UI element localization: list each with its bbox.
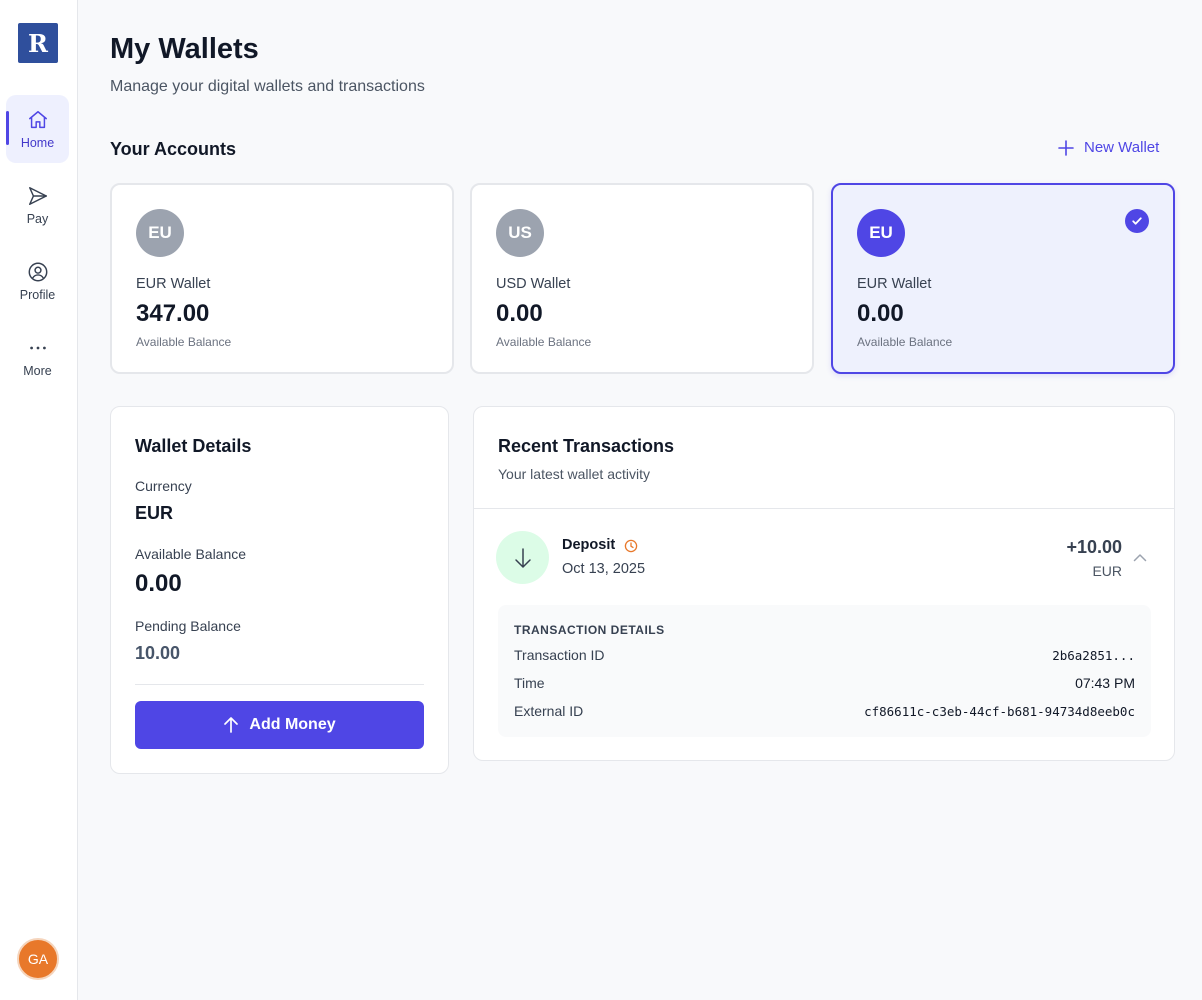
wallet-currency-badge: EU — [857, 209, 905, 257]
avatar[interactable]: GA — [17, 938, 59, 980]
wallet-card-eur-selected[interactable]: EU EUR Wallet 0.00 Available Balance — [831, 183, 1175, 374]
wallet-details-card: Wallet Details Currency EUR Available Ba… — [110, 406, 449, 774]
chevron-up-icon[interactable] — [1132, 550, 1148, 566]
divider — [474, 508, 1174, 509]
wallet-balance-label: Available Balance — [496, 335, 592, 349]
add-money-label: Add Money — [249, 716, 336, 733]
wallet-balance-label: Available Balance — [857, 335, 953, 349]
accounts-section-title: Your Accounts — [110, 139, 237, 159]
wallet-currency-badge: EU — [136, 209, 184, 257]
currency-label: Currency — [135, 478, 192, 494]
logo-letter: R — [28, 28, 48, 58]
recent-transactions-subtitle: Your latest wallet activity — [498, 466, 650, 482]
transaction-date: Oct 13, 2025 — [562, 561, 646, 577]
recent-transactions-title: Recent Transactions — [498, 436, 675, 456]
wallet-card-eur[interactable]: EU EUR Wallet 347.00 Available Balance — [110, 183, 454, 374]
user-circle-icon — [28, 262, 47, 281]
page-subtitle: Manage your digital wallets and transact… — [110, 78, 425, 95]
selected-check-icon — [1125, 209, 1149, 233]
sidebar-item-label: Profile — [19, 287, 56, 302]
transaction-type: Deposit — [562, 537, 616, 553]
currency-value: EUR — [135, 503, 174, 523]
wallet-card-usd[interactable]: US USD Wallet 0.00 Available Balance — [470, 183, 814, 374]
transaction-time-value: 07:43 PM — [1075, 675, 1135, 691]
add-money-button[interactable]: Add Money — [135, 701, 424, 749]
send-icon — [28, 186, 47, 205]
transaction-time-label: Time — [514, 675, 545, 691]
sidebar-item-home[interactable]: Home — [6, 95, 69, 163]
available-balance-value: 0.00 — [135, 570, 182, 597]
avatar-initials: GA — [27, 951, 49, 967]
divider — [135, 684, 424, 685]
external-id-label: External ID — [514, 703, 584, 719]
sidebar-item-pay[interactable]: Pay — [6, 171, 69, 239]
new-wallet-label: New Wallet — [1084, 139, 1160, 156]
wallet-balance: 347.00 — [136, 300, 210, 327]
wallet-name: USD Wallet — [496, 276, 571, 292]
external-id-value: cf86611c-c3eb-44cf-b681-94734d8eeb0c — [864, 704, 1135, 719]
transaction-currency: EUR — [1092, 563, 1122, 579]
wallet-currency-badge: US — [496, 209, 544, 257]
arrow-up-icon — [224, 717, 239, 733]
wallet-name: EUR Wallet — [857, 276, 932, 292]
transaction-id-value: 2b6a2851... — [1052, 648, 1135, 663]
sidebar-item-label: More — [23, 363, 52, 378]
plus-icon — [1058, 139, 1074, 156]
transaction-details-heading: TRANSACTION DETAILS — [514, 623, 665, 637]
pending-balance-label: Pending Balance — [135, 618, 241, 634]
new-wallet-button[interactable]: New Wallet — [1058, 139, 1159, 156]
home-icon — [28, 110, 47, 128]
pending-balance-value: 10.00 — [135, 643, 181, 663]
sidebar-item-label: Pay — [26, 211, 49, 226]
transaction-amount: +10.00 — [1066, 537, 1122, 557]
wallet-balance: 0.00 — [857, 300, 904, 327]
wallet-name: EUR Wallet — [136, 276, 211, 292]
sidebar-item-label: Home — [20, 135, 55, 150]
wallet-balance: 0.00 — [496, 300, 543, 327]
app-logo[interactable]: R — [18, 23, 58, 63]
available-balance-label: Available Balance — [135, 546, 247, 562]
sidebar-item-profile[interactable]: Profile — [6, 247, 69, 315]
recent-transactions-card: Recent Transactions Your latest wallet a… — [473, 406, 1175, 761]
more-horizontal-icon — [29, 346, 46, 349]
sidebar: R Home Pay Profile More GA — [0, 0, 78, 1000]
sidebar-item-more[interactable]: More — [6, 323, 69, 391]
deposit-arrow-down-icon — [496, 531, 549, 584]
pending-clock-icon — [624, 539, 638, 553]
transaction-details-panel: TRANSACTION DETAILS Transaction ID 2b6a2… — [498, 605, 1151, 737]
transaction-id-label: Transaction ID — [514, 647, 605, 663]
wallet-details-title: Wallet Details — [135, 436, 252, 456]
wallet-balance-label: Available Balance — [136, 335, 232, 349]
page-title: My Wallets — [110, 33, 259, 65]
